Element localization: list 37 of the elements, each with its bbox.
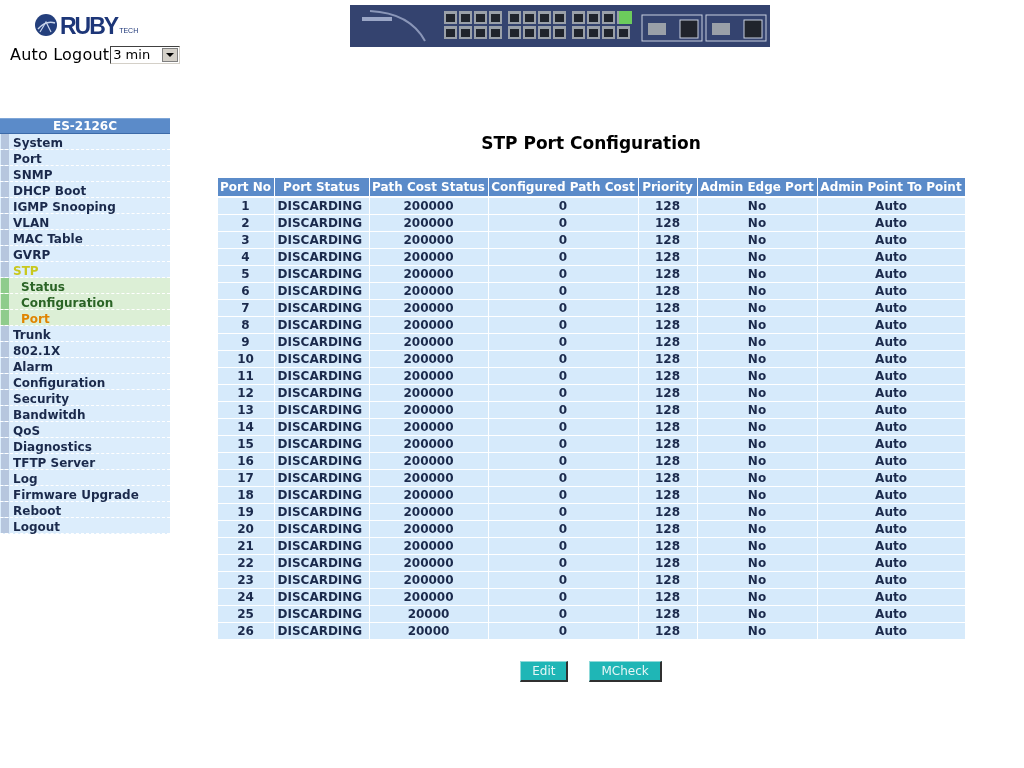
- sidebar-item[interactable]: SNMP: [0, 166, 170, 182]
- sidebar-item[interactable]: Reboot: [0, 502, 170, 518]
- sidebar-item[interactable]: Logout: [0, 518, 170, 534]
- sidebar-title: ES-2126C: [0, 118, 170, 134]
- sidebar-item[interactable]: MAC Table: [0, 230, 170, 246]
- caret-icon: [162, 48, 179, 62]
- sidebar-item[interactable]: Security: [0, 390, 170, 406]
- sidebar-item[interactable]: System: [0, 134, 170, 150]
- sidebar-item[interactable]: VLAN: [0, 214, 170, 230]
- sidebar-item[interactable]: Alarm: [0, 358, 170, 374]
- sidebar-item[interactable]: Bandwitdh: [0, 406, 170, 422]
- sidebar-item[interactable]: IGMP Snooping: [0, 198, 170, 214]
- column-header: Port No: [217, 177, 274, 197]
- page-title: STP Port Configuration: [481, 133, 701, 153]
- column-header: Admin Point To Point: [817, 177, 965, 197]
- sidebar-item[interactable]: Port: [0, 150, 170, 166]
- sidebar-item[interactable]: DHCP Boot: [0, 182, 170, 198]
- logo-text: RUBY: [60, 15, 118, 38]
- sidebar-item[interactable]: Trunk: [0, 326, 170, 342]
- sidebar-item[interactable]: Configuration: [0, 374, 170, 390]
- sidebar-subitem[interactable]: Status: [0, 278, 170, 294]
- sidebar-item[interactable]: Firmware Upgrade: [0, 486, 170, 502]
- logo-globe-icon: [35, 14, 57, 36]
- sidebar-item[interactable]: Diagnostics: [0, 438, 170, 454]
- column-header: Configured Path Cost: [488, 177, 638, 197]
- sidebar-item[interactable]: GVRP: [0, 246, 170, 262]
- column-header: Priority: [638, 177, 697, 197]
- sidebar-subitem[interactable]: Configuration: [0, 294, 170, 310]
- auto-logout-label: Auto Logout: [10, 46, 110, 64]
- auto-logout-select[interactable]: 3 min: [110, 46, 181, 64]
- sidebar-item[interactable]: 802.1X: [0, 342, 170, 358]
- column-header: Path Cost Status: [369, 177, 488, 197]
- sidebar-item[interactable]: QoS: [0, 422, 170, 438]
- column-header: Admin Edge Port: [697, 177, 817, 197]
- sidebar-item[interactable]: Log: [0, 470, 170, 486]
- column-header: Port Status: [274, 177, 369, 197]
- sidebar-item[interactable]: TFTP Server: [0, 454, 170, 470]
